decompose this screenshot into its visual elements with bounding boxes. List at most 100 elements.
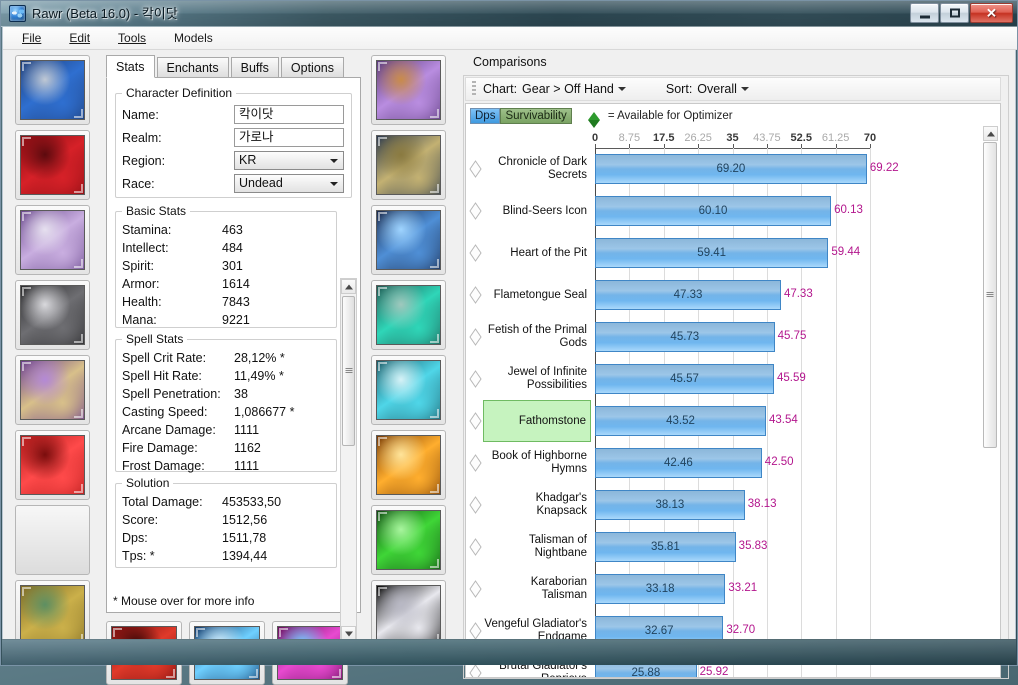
field-combo-2[interactable]: KR [234,151,344,170]
chart-row[interactable]: Karaborian Talisman 33.18 33.21 [466,568,982,610]
chart-bar[interactable]: 43.52 [595,406,766,436]
chart-row-label: Fathomstone [483,400,591,442]
chart-bar[interactable]: 45.73 [595,322,775,352]
scroll-thumb[interactable] [342,296,355,446]
axis-tick-label: 70 [863,132,877,144]
solution-rows: Total Damage: 453533,50 Score: 1512,56 Dps: 1… [122,493,330,565]
close-button[interactable]: ✕ [970,3,1013,23]
chart-bar-value: 45.57 [670,373,699,385]
solution-legend: Solution [126,476,170,490]
stat-label: Health: [122,295,162,309]
chart-row[interactable]: Book of Highborne Hymns 42.46 42.50 [466,442,982,484]
chart-total-value: 69.22 [869,162,899,174]
chart-scroll-up-arrow[interactable] [983,126,998,141]
slot-waist[interactable] [371,130,446,200]
solution-group: Solution Total Damage: 453533,50 Score: 151… [115,476,337,568]
chart-bar-value: 42.46 [664,457,693,469]
slot-shoulder[interactable] [15,205,90,275]
stats-scrollbar[interactable] [340,278,357,642]
chart-bar-value: 25.88 [631,667,661,678]
chart-bar[interactable]: 69.20 [595,154,867,184]
menu-tools[interactable]: Tools [115,29,149,47]
chart-row[interactable]: Chronicle of Dark Secrets 69.20 69.22 [466,148,982,190]
slot-chest-icon [20,360,85,420]
slot-trinket1[interactable] [371,505,446,575]
chart-row[interactable]: Jewel of Infinite Possibilities 45.57 45.5… [466,358,982,400]
chart-bar[interactable]: 47.33 [595,280,781,310]
comparisons-panel: Comparisons Chart: Gear > Off Hand Sort:… [463,55,1009,679]
chart-row[interactable]: Fathomstone 43.52 43.54 [466,400,982,442]
comparisons-box: Chart: Gear > Off Hand Sort: Overall Dps… [463,75,1009,679]
tab-buffs[interactable]: Buffs [230,57,279,78]
slot-tabard[interactable] [15,505,90,575]
slot-chest[interactable] [15,355,90,425]
field-combo-3[interactable]: Undead [234,174,344,193]
slot-feet[interactable] [371,280,446,350]
slot-hands[interactable] [371,55,446,125]
chart-bar[interactable]: 38.13 [595,490,745,520]
minimize-button[interactable] [910,3,939,23]
slot-head[interactable] [15,55,90,125]
green-diamond-icon [587,112,600,128]
chart-scrollbar[interactable] [983,126,998,674]
tab-options[interactable]: Options [280,57,344,78]
sort-chevron-down-icon[interactable] [740,87,749,91]
menu-edit[interactable]: Edit [66,29,93,47]
client-area: File Edit Tools Models Stats Enchants Buff… [2,27,1017,685]
field-input-0[interactable]: 칵이닷 [234,105,344,124]
slot-hands-icon [376,60,441,120]
diamond-outline-icon [469,580,482,598]
legend-dps-toggle[interactable]: Dps [470,108,501,124]
chart-scroll-thumb[interactable] [983,142,997,448]
chart-total-value: 25.92 [699,666,729,678]
chart-bar-value: 47.33 [673,289,703,301]
chart-bar[interactable]: 33.18 [595,574,726,604]
sort-selector[interactable]: Overall [697,82,737,96]
slot-legs[interactable] [371,205,446,275]
chart-bar-value: 43.52 [666,415,695,427]
stat-row: Casting Speed: 1,086677 * [122,403,330,421]
tab-stats[interactable]: Stats [106,55,155,78]
slot-shirt[interactable] [15,430,90,500]
chart-bar[interactable]: 42.46 [595,448,762,478]
menu-bar: File Edit Tools Models [3,27,1017,50]
legend-survivability-toggle[interactable]: Survivability [500,108,572,124]
slot-finger2[interactable] [371,430,446,500]
slot-finger1[interactable] [371,355,446,425]
scroll-up-arrow[interactable] [341,279,356,294]
axis-tick-label: 26.25 [684,132,712,144]
chart-row[interactable]: Flametongue Seal 47.33 47.33 [466,274,982,316]
diamond-outline-icon [469,202,482,220]
stat-label: Intellect: [122,241,169,255]
chevron-up-icon [986,131,995,136]
maximize-button[interactable] [940,3,969,23]
chart-row[interactable]: Blind-Seers Icon 60.10 60.13 [466,190,982,232]
slot-finger1-icon [376,360,441,420]
chart-row[interactable]: Heart of the Pit 59.41 59.44 [466,232,982,274]
chart-bar[interactable]: 60.10 [595,196,832,226]
chart-row[interactable]: Fetish of the Primal Gods 45.73 45.75 [466,316,982,358]
chart-row[interactable]: Talisman of Nightbane 35.81 35.83 [466,526,982,568]
stat-label: Mana: [122,313,157,327]
chart-bar[interactable]: 59.41 [595,238,829,268]
chart-selector[interactable]: Gear > Off Hand [522,82,614,96]
menu-file[interactable]: File [19,29,44,47]
axis-tick-label: 35 [726,132,739,144]
basic-stats-legend: Basic Stats [126,204,187,218]
chart-bar[interactable]: 35.81 [595,532,736,562]
diamond-outline-icon [469,286,482,304]
stat-label: Total Damage: [122,495,203,509]
slot-back[interactable] [15,280,90,350]
slot-waist-icon [376,135,441,195]
chart-bar[interactable]: 45.57 [595,364,775,394]
chart-chevron-down-icon[interactable] [617,87,626,91]
tab-enchants[interactable]: Enchants [156,57,229,78]
menu-models[interactable]: Models [171,29,216,47]
chart-total-value: 47.33 [783,288,813,300]
chart-total-value: 45.59 [777,372,806,384]
field-input-1[interactable]: 가로나 [234,128,344,147]
scroll-grip-icon [345,368,352,374]
chart-row[interactable]: Khadgar's Knapsack 38.13 38.13 [466,484,982,526]
slot-neck[interactable] [15,130,90,200]
chart-row-label: Flametongue Seal [493,288,587,301]
